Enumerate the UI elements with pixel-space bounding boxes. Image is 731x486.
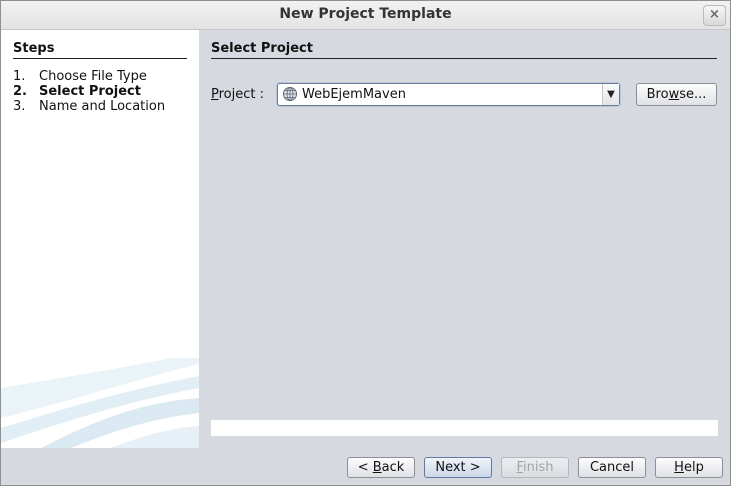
dialog-window: New Project Template × Steps 1. Choose Fi… [0,0,731,486]
status-message-area [211,420,718,436]
steps-panel: Steps 1. Choose File Type 2. Select Projec… [1,30,199,448]
globe-icon [283,87,297,101]
step-label: Name and Location [39,99,166,114]
step-item: 1. Choose File Type [13,69,165,84]
project-combobox[interactable]: WebEjemMaven ▼ [277,83,620,106]
help-button[interactable]: Help [655,457,723,478]
dialog-title: New Project Template [279,6,452,22]
close-button[interactable]: × [703,5,726,26]
close-icon: × [709,7,720,22]
title-bar: New Project Template × [1,1,730,30]
button-bar: < Back Next > Finish Cancel Help [1,448,730,485]
finish-button[interactable]: Finish [501,457,569,478]
step-item-active: 2. Select Project [13,84,165,99]
step-number: 3. [13,99,26,114]
steps-list: 1. Choose File Type 2. Select Project 3. Na… [13,69,165,114]
steps-title: Steps [13,41,187,59]
step-label: Select Project [39,84,141,99]
step-number: 2. [13,84,27,99]
step-number: 1. [13,69,26,84]
back-button[interactable]: < Back [347,457,415,478]
step-label: Choose File Type [39,69,147,84]
cancel-button[interactable]: Cancel [578,457,646,478]
step-item: 3. Name and Location [13,99,165,114]
chevron-down-icon[interactable]: ▼ [602,84,619,105]
project-label: Project : [211,87,265,102]
content-title: Select Project [211,41,717,59]
project-combobox-value: WebEjemMaven [302,87,406,102]
content-panel: Select Project Project : WebEjemMaven ▼ … [199,30,730,448]
browse-button[interactable]: Browse... [636,83,717,106]
next-button[interactable]: Next > [424,457,492,478]
decorative-swoosh-image [1,358,199,448]
